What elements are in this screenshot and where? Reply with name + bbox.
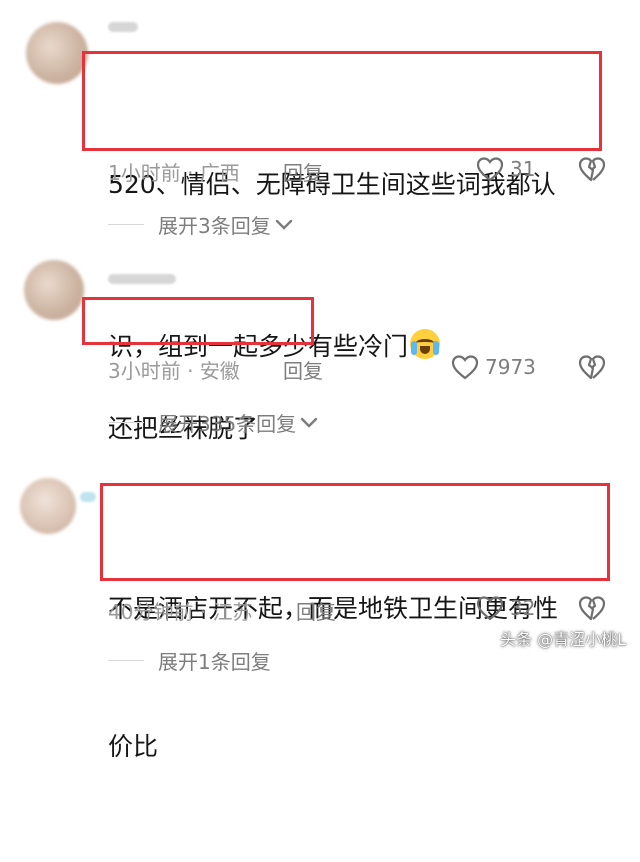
username-blurred[interactable] <box>80 492 96 502</box>
like-button[interactable]: 7973 <box>451 354 536 380</box>
broken-heart-icon[interactable] <box>578 354 606 380</box>
comment-time: 1小时前 <box>108 161 181 185</box>
comment-time: 40分钟前 <box>108 600 194 624</box>
comment-location: 广西 <box>199 161 240 185</box>
meta-separator: · <box>180 359 200 383</box>
broken-heart-icon[interactable] <box>578 156 606 182</box>
comment-location: 江苏 <box>212 600 253 624</box>
username-blurred[interactable] <box>108 22 138 32</box>
chevron-down-icon <box>275 219 292 230</box>
expand-replies-button[interactable]: 展开1条回复 <box>108 646 271 675</box>
comment-item: 520、情侣、无障碍卫生间这些词我都认 识，组到一起多少有些冷门 1小时前 · … <box>0 0 640 361</box>
broken-heart-icon[interactable] <box>578 595 606 621</box>
avatar[interactable] <box>20 478 76 534</box>
expand-replies-label: 展开3条回复 <box>158 214 271 238</box>
reply-button[interactable]: 回复 <box>283 157 323 186</box>
comment-item: 还把丝袜脱了 3小时前 · 安徽 回复 7973 展开335条回复 <box>0 250 640 460</box>
username-blurred[interactable] <box>108 274 176 284</box>
expand-replies-label: 展开335条回复 <box>158 412 297 436</box>
comment-meta: 3小时前 · 安徽 <box>108 355 240 384</box>
chevron-down-icon <box>300 417 318 428</box>
comment-text: 不是酒店开不起，而是地铁卫生间更有性 价比 <box>108 494 558 862</box>
expand-replies-button[interactable]: 展开3条回复 <box>108 210 293 239</box>
expand-replies-button[interactable]: 展开335条回复 <box>108 408 318 437</box>
meta-separator: · <box>180 161 200 185</box>
like-count: 31 <box>510 157 536 181</box>
reply-button[interactable]: 回复 <box>296 596 336 625</box>
heart-icon <box>476 596 504 621</box>
meta-separator: · <box>193 600 213 624</box>
comment-location: 安徽 <box>199 359 240 383</box>
like-button[interactable]: 31 <box>476 156 535 182</box>
comment-meta: 1小时前 · 广西 <box>108 157 240 186</box>
reply-button[interactable]: 回复 <box>283 355 323 384</box>
like-button[interactable]: 32 <box>476 595 535 621</box>
watermark: 头条 @青涩小桃L <box>499 630 626 649</box>
expand-divider <box>108 223 144 226</box>
comment-time: 3小时前 <box>108 359 181 383</box>
expand-divider <box>108 421 144 424</box>
like-count: 7973 <box>485 355 536 379</box>
like-count: 32 <box>510 596 536 620</box>
heart-icon <box>476 157 504 182</box>
avatar[interactable] <box>26 22 88 84</box>
expand-divider <box>108 659 144 662</box>
avatar[interactable] <box>24 260 84 320</box>
comment-meta: 40分钟前 · 江苏 <box>108 596 253 625</box>
expand-replies-label: 展开1条回复 <box>158 650 271 674</box>
heart-icon <box>451 355 479 380</box>
comment-text-line: 价比 <box>108 732 159 761</box>
